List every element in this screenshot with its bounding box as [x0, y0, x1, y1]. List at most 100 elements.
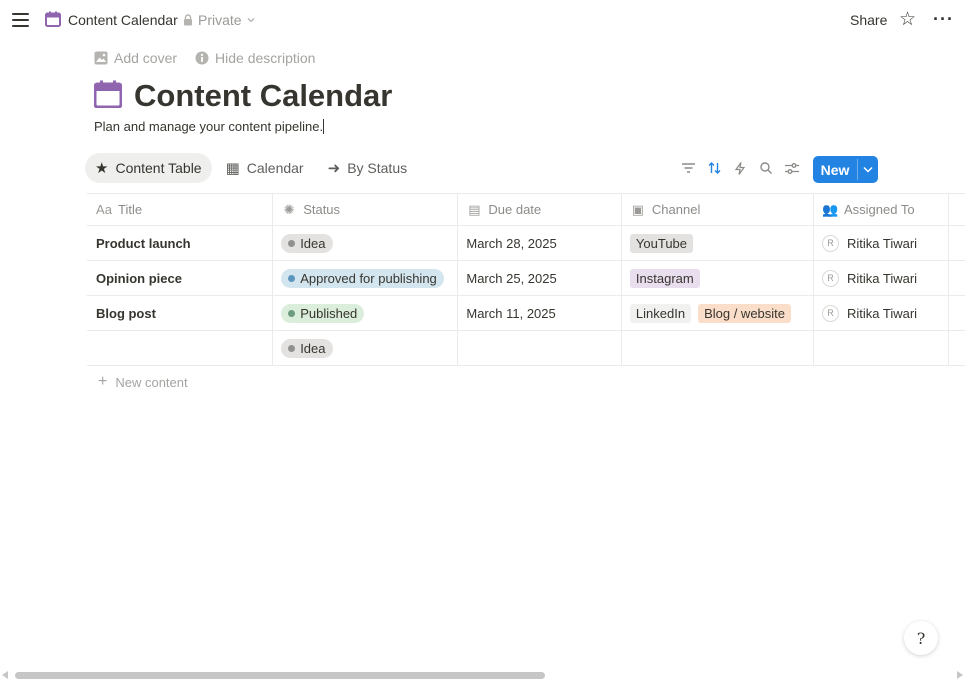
people-property-icon: 👥	[821, 201, 839, 217]
cell-title[interactable]: Blog post	[87, 296, 274, 330]
column-header-more[interactable]	[949, 194, 965, 225]
cell-status[interactable]: Idea	[273, 226, 459, 260]
status-pill: Approved for publishing	[281, 268, 444, 288]
new-button[interactable]: New	[813, 156, 857, 183]
cell-title[interactable]	[87, 331, 274, 365]
text-property-icon: Aa	[96, 202, 112, 217]
cell-assigned-to[interactable]: R Ritika Tiwari	[814, 296, 949, 330]
scroll-right-arrow[interactable]	[957, 671, 963, 679]
cell-due-date[interactable]: March 11, 2025	[458, 296, 622, 330]
calendar-grid-icon: ▦	[225, 159, 240, 177]
avatar: R	[821, 304, 839, 322]
cell-due-date[interactable]	[458, 331, 622, 365]
view-settings-icon[interactable]	[784, 156, 800, 180]
avatar: R	[821, 234, 839, 252]
cell-due-date[interactable]: March 28, 2025	[458, 226, 622, 260]
privacy-selector[interactable]: Private	[183, 12, 255, 28]
tab-by-status[interactable]: ➜ By Status	[318, 153, 418, 183]
channel-tag: Instagram	[629, 268, 700, 288]
cell-extra	[949, 226, 965, 260]
select-property-icon: ▣	[631, 201, 645, 217]
cell-assigned-to[interactable]	[814, 331, 949, 365]
table-header-row: Aa Title ✺ Status ▤ Due date ▣ Channel 👥…	[87, 193, 965, 226]
top-bar: Content Calendar Private Share ☆ ···	[0, 0, 965, 40]
table-row[interactable]: Opinion piece Approved for publishing Marc…	[87, 261, 965, 296]
status-property-icon: ✺	[283, 201, 295, 217]
cell-channel[interactable]: LinkedIn Blog / website	[622, 296, 814, 330]
cell-extra	[949, 296, 965, 330]
new-content-label: New content	[115, 374, 188, 390]
cell-status[interactable]: Published	[273, 296, 459, 330]
more-options-icon[interactable]: ···	[933, 9, 954, 29]
tab-label: Calendar	[246, 160, 304, 176]
table-row[interactable]: Idea	[87, 331, 965, 366]
new-options-dropdown[interactable]	[858, 156, 878, 183]
column-header-title[interactable]: Aa Title	[87, 194, 274, 225]
add-cover-button[interactable]: Add cover	[94, 50, 177, 66]
cell-due-date[interactable]: March 25, 2025	[458, 261, 622, 295]
breadcrumb-page-title[interactable]: Content Calendar	[68, 12, 178, 28]
horizontal-scrollbar[interactable]	[0, 669, 965, 681]
search-icon[interactable]	[758, 156, 774, 180]
new-content-button[interactable]: + New content	[98, 374, 188, 390]
privacy-label: Private	[198, 12, 242, 28]
assignee-name: Ritika Tiwari	[846, 235, 918, 251]
add-cover-label: Add cover	[114, 50, 178, 66]
cell-status[interactable]: Idea	[273, 331, 459, 365]
column-header-due-date[interactable]: ▤ Due date	[458, 194, 622, 225]
status-dot	[288, 274, 296, 282]
scrollbar-thumb[interactable]	[15, 672, 545, 679]
cell-title[interactable]: Opinion piece	[87, 261, 274, 295]
table-row[interactable]: Blog post Published March 11, 2025 LinkedIn…	[87, 296, 965, 331]
sort-icon[interactable]	[706, 156, 722, 180]
row-title: Opinion piece	[96, 270, 182, 286]
column-header-status[interactable]: ✺ Status	[273, 194, 459, 225]
view-tabs: ★ Content Table ▦ Calendar ➜ By Status	[85, 153, 421, 183]
status-pill: Idea	[281, 233, 333, 253]
column-label: Assigned To	[843, 202, 915, 217]
scroll-left-arrow[interactable]	[2, 671, 8, 679]
cell-channel[interactable]	[622, 331, 814, 365]
status-label: Published	[300, 305, 358, 321]
share-button[interactable]: Share	[850, 12, 887, 28]
channel-tag: Blog / website	[698, 303, 792, 323]
table-body: Product launch Idea March 28, 2025 YouTube R…	[87, 226, 965, 366]
assignee-name: Ritika Tiwari	[846, 270, 918, 286]
table-row[interactable]: Product launch Idea March 28, 2025 YouTube R…	[87, 226, 965, 261]
automation-lightning-icon[interactable]	[732, 156, 748, 180]
page-title[interactable]: Content Calendar	[134, 78, 392, 114]
status-dot	[288, 239, 296, 247]
tab-content-table[interactable]: ★ Content Table	[85, 153, 212, 183]
help-icon: ?	[916, 628, 926, 648]
help-button[interactable]: ?	[904, 621, 938, 655]
avatar: R	[821, 269, 839, 287]
page-description[interactable]: Plan and manage your content pipeline.	[94, 119, 325, 134]
sidebar-menu-button[interactable]	[12, 12, 30, 28]
column-header-channel[interactable]: ▣ Channel	[622, 194, 814, 225]
tab-calendar[interactable]: ▦ Calendar	[216, 153, 314, 183]
channel-tag: LinkedIn	[629, 303, 692, 323]
calendar-icon	[45, 11, 61, 27]
content-table: Aa Title ✺ Status ▤ Due date ▣ Channel 👥…	[87, 193, 965, 366]
cell-assigned-to[interactable]: R Ritika Tiwari	[814, 261, 949, 295]
tab-label: Content Table	[115, 160, 202, 176]
cell-title[interactable]: Product launch	[87, 226, 274, 260]
cell-assigned-to[interactable]: R Ritika Tiwari	[814, 226, 949, 260]
plus-icon: +	[98, 373, 108, 390]
filter-icon[interactable]	[680, 156, 696, 180]
column-header-assigned-to[interactable]: 👥 Assigned To	[814, 194, 949, 225]
status-pill: Published	[281, 303, 365, 323]
hide-description-label: Hide description	[215, 50, 316, 66]
cell-extra	[949, 331, 965, 365]
status-dot	[288, 309, 296, 317]
page-calendar-icon[interactable]	[94, 80, 122, 108]
hide-description-button[interactable]: Hide description	[195, 50, 315, 66]
cell-status[interactable]: Approved for publishing	[273, 261, 459, 295]
chevron-down-icon	[863, 166, 873, 173]
cell-channel[interactable]: Instagram	[622, 261, 814, 295]
lock-icon	[184, 14, 192, 26]
cell-channel[interactable]: YouTube	[622, 226, 814, 260]
favorite-star-icon[interactable]: ☆	[899, 10, 916, 30]
status-dot	[288, 344, 296, 352]
date-property-icon: ▤	[468, 201, 481, 217]
